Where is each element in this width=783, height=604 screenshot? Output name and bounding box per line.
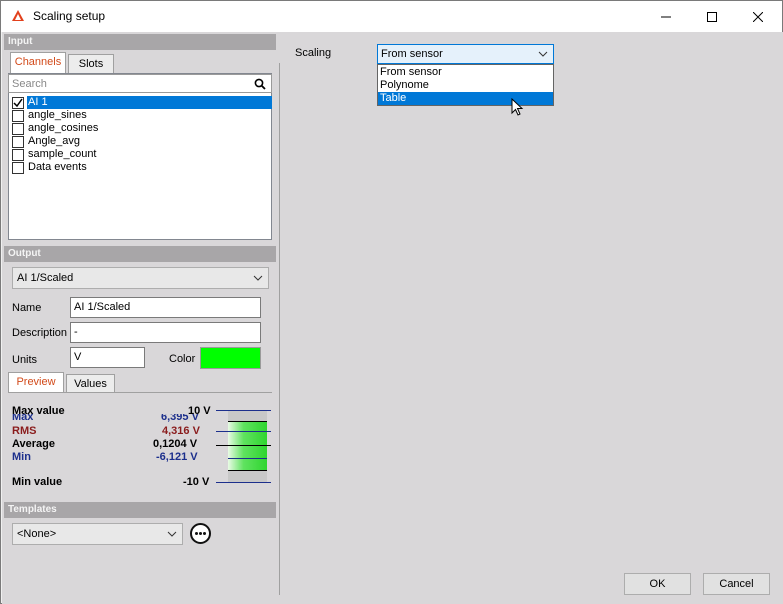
search-input[interactable]: Search: [8, 74, 272, 93]
tab-preview[interactable]: Preview: [8, 372, 64, 393]
channel-list: AI 1 angle_sines angle_cosines Angle_avg…: [8, 73, 272, 240]
channel-checkbox[interactable]: [12, 110, 24, 122]
more-dot-icon: [203, 532, 206, 535]
more-dot-icon: [195, 532, 198, 535]
scaling-label: Scaling: [295, 47, 332, 59]
title-bar[interactable]: Scaling setup: [1, 1, 782, 32]
maximize-icon: [707, 11, 717, 22]
channel-item-data-events[interactable]: Data events: [11, 161, 271, 174]
output-channel-select[interactable]: AI 1/Scaled: [12, 267, 269, 289]
description-label: Description: [12, 327, 68, 339]
ok-button[interactable]: OK: [624, 573, 691, 595]
min-value: -10 V: [183, 476, 210, 488]
template-select[interactable]: <None>: [12, 523, 183, 545]
input-section-header: Input: [4, 34, 276, 50]
max-label: Max: [12, 414, 34, 422]
minimize-button[interactable]: [643, 1, 689, 32]
max-line: [228, 421, 267, 422]
search-icon[interactable]: [254, 78, 266, 90]
channel-label: angle_cosines: [28, 122, 99, 134]
close-icon: [753, 11, 763, 22]
checkmark-icon: [13, 98, 23, 108]
scaling-value: From sensor: [381, 48, 443, 60]
average-reading: 0,1204 V: [153, 438, 198, 450]
cancel-button[interactable]: Cancel: [703, 573, 770, 595]
mouse-cursor-icon: [511, 98, 524, 116]
channel-checkbox[interactable]: [12, 136, 24, 148]
channel-label: sample_count: [28, 148, 97, 160]
output-channel-value: AI 1/Scaled: [17, 272, 74, 284]
maximize-button[interactable]: [689, 1, 735, 32]
close-button[interactable]: [735, 1, 781, 32]
channel-label: Data events: [28, 161, 87, 173]
template-value: <None>: [17, 528, 57, 540]
minimize-icon: [661, 16, 671, 17]
search-placeholder: Search: [12, 78, 47, 90]
rms-reading: 4,316 V: [162, 425, 200, 437]
min-value-label: Min value: [12, 476, 63, 488]
more-options-button[interactable]: [190, 523, 211, 544]
channel-label: AI 1: [27, 96, 272, 109]
rms-upper-line: [216, 431, 271, 432]
channel-checkbox[interactable]: [12, 162, 24, 174]
output-section-header: Output: [4, 246, 276, 262]
average-line: [216, 445, 271, 446]
channel-checkbox[interactable]: [12, 123, 24, 135]
scaling-dropdown-list: From sensor Polynome Table: [377, 64, 554, 106]
channel-label: Angle_avg: [28, 135, 80, 147]
tab-values[interactable]: Values: [66, 374, 115, 393]
channel-item-angle-cosines[interactable]: angle_cosines: [11, 122, 271, 135]
channel-item-angle-avg[interactable]: Angle_avg: [11, 135, 271, 148]
min-label: Min: [12, 451, 31, 463]
panel-divider: [279, 63, 280, 595]
app-logo-icon: [12, 10, 24, 21]
units-label: Units: [12, 354, 38, 366]
name-field[interactable]: AI 1/Scaled: [70, 297, 261, 318]
scaling-option-from-sensor[interactable]: From sensor: [378, 66, 553, 79]
channel-checkbox[interactable]: [12, 97, 24, 109]
max-value-line: [216, 410, 271, 411]
channel-label: angle_sines: [28, 109, 87, 121]
color-picker[interactable]: [200, 347, 261, 369]
scaling-select[interactable]: From sensor: [377, 44, 554, 64]
channel-item-angle-sines[interactable]: angle_sines: [11, 109, 271, 122]
templates-section-header: Templates: [4, 502, 276, 518]
average-label: Average: [12, 438, 56, 450]
more-dot-icon: [199, 532, 202, 535]
min-value-line: [216, 482, 271, 483]
name-label: Name: [12, 302, 42, 314]
rms-label: RMS: [12, 425, 37, 437]
rms-lower-line: [228, 458, 267, 459]
description-field[interactable]: -: [70, 322, 261, 343]
tab-channels[interactable]: Channels: [10, 52, 66, 73]
min-reading: -6,121 V: [156, 451, 198, 463]
dialog-body: Input Channels Slots AI 1 angle_sines an…: [2, 32, 783, 604]
tab-slots[interactable]: Slots: [68, 54, 114, 73]
window-title: Scaling setup: [33, 9, 106, 23]
chevron-down-icon: [538, 51, 548, 57]
channel-checkbox[interactable]: [12, 149, 24, 161]
scaling-setup-window: Scaling setup Input Channels Slots AI 1 …: [0, 0, 783, 604]
scaling-option-table[interactable]: Table: [378, 92, 553, 105]
units-field[interactable]: V: [70, 347, 145, 368]
chevron-down-icon: [253, 275, 263, 281]
chevron-down-icon: [167, 531, 177, 537]
channel-item-sample-count[interactable]: sample_count: [11, 148, 271, 161]
max-reading: 6,395 V: [161, 414, 199, 422]
channel-item-ai-1[interactable]: AI 1: [11, 96, 272, 109]
tab-divider: [8, 392, 272, 393]
scaling-option-polynome[interactable]: Polynome: [378, 79, 553, 92]
color-label: Color: [169, 353, 196, 365]
min-line: [228, 470, 267, 471]
